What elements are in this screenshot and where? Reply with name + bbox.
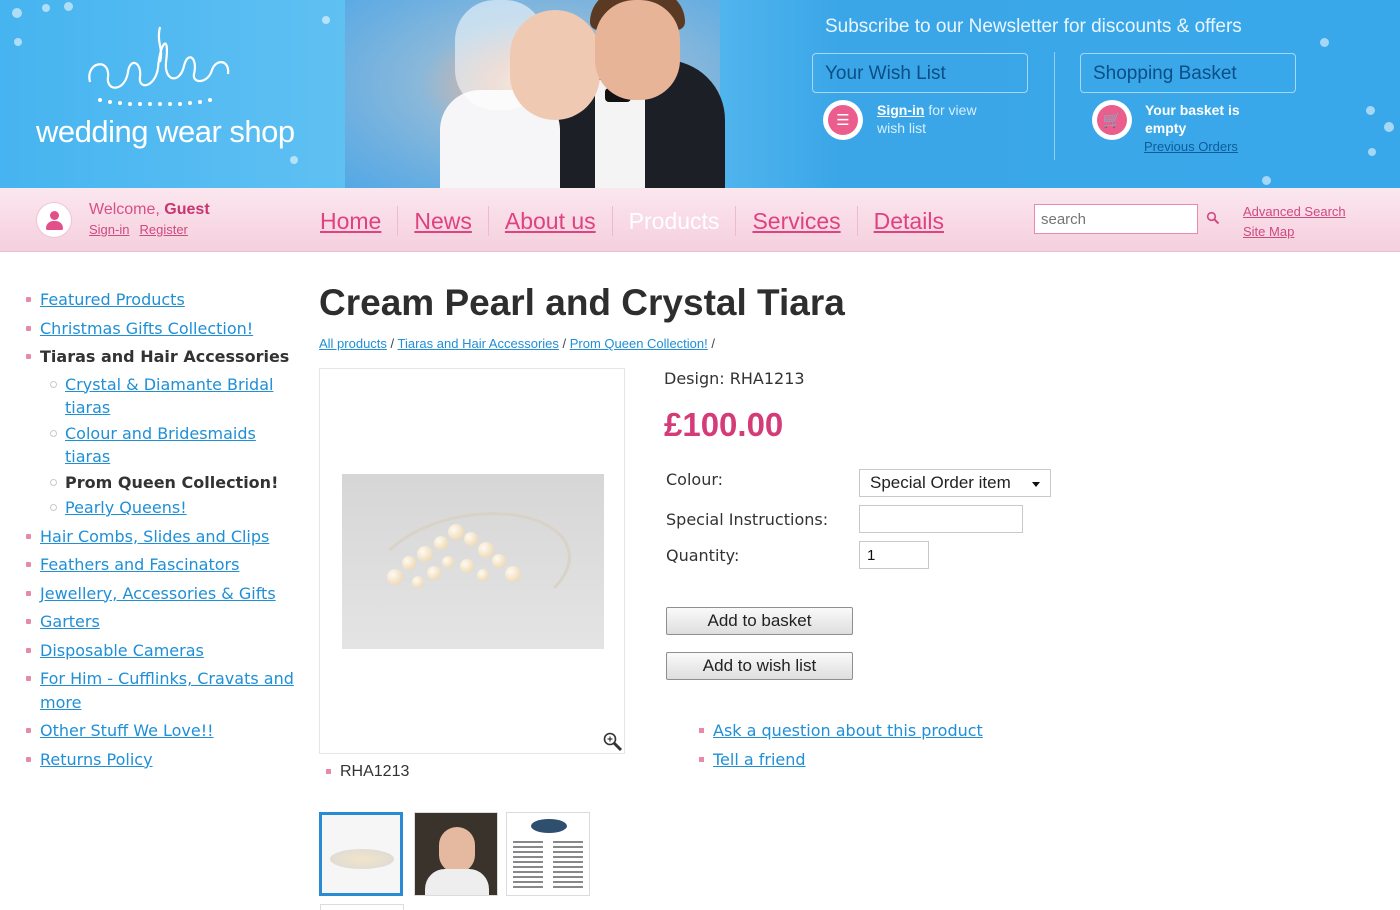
register-link[interactable]: Register — [139, 222, 187, 237]
sidebar-subitem: Pearly Queens! — [40, 496, 294, 520]
breadcrumb-link[interactable]: Tiaras and Hair Accessories — [398, 336, 559, 351]
sidebar-item-christmas: Christmas Gifts Collection! — [24, 317, 294, 341]
search-icon[interactable] — [1206, 211, 1220, 225]
product-actions: Ask a question about this product Tell a… — [698, 716, 983, 774]
tell-friend-link[interactable]: Tell a friend — [713, 750, 806, 769]
basket-status: Your basket is empty — [1145, 102, 1240, 136]
welcome-message: Welcome, Guest — [89, 201, 210, 218]
breadcrumb-link[interactable]: All products — [319, 336, 387, 351]
signin-link[interactable]: Sign-in — [89, 222, 129, 237]
nav-about-us[interactable]: About us — [489, 206, 613, 236]
logo-emblem[interactable] — [80, 22, 240, 112]
wishlist-signin-link[interactable]: Sign-in — [877, 102, 924, 118]
sidebar-link[interactable]: Other Stuff We Love!! — [40, 721, 214, 740]
add-to-basket-button[interactable]: Add to basket — [666, 607, 853, 635]
header-divider — [1054, 52, 1055, 160]
cart-icon[interactable]: 🛒 — [1092, 100, 1132, 140]
logo-text[interactable]: wedding wear shop — [36, 114, 295, 150]
list-item: Ask a question about this product — [698, 716, 983, 745]
sidebar-item-featured: Featured Products — [24, 288, 294, 312]
sidebar-link[interactable]: Disposable Cameras — [40, 641, 204, 660]
user-icon — [36, 202, 72, 238]
sidebar-item-returns: Returns Policy — [24, 748, 294, 772]
sidebar-sublink[interactable]: Pearly Queens! — [65, 498, 187, 517]
newsletter-link[interactable]: Subscribe to our Newsletter for discount… — [825, 16, 1242, 38]
instructions-label: Special Instructions: — [666, 510, 829, 529]
sidebar-subitem: Prom Queen Collection! — [40, 471, 294, 495]
breadcrumb: All products / Tiaras and Hair Accessori… — [319, 336, 715, 351]
site-map-link[interactable]: Site Map — [1243, 222, 1346, 242]
sidebar-link[interactable]: Jewellery, Accessories & Gifts — [40, 584, 276, 603]
search-input[interactable] — [1034, 204, 1198, 234]
sidebar-link[interactable]: Garters — [40, 612, 100, 631]
sidebar-link[interactable]: Featured Products — [40, 290, 185, 309]
main-nav: Home News About us Products Services Det… — [304, 206, 960, 236]
product-price: £100.00 — [664, 406, 784, 443]
thumbnail-more[interactable] — [320, 904, 404, 910]
sidebar-sublink[interactable]: Colour and Bridesmaids tiaras — [65, 424, 256, 467]
colour-select[interactable]: Special Order item — [859, 469, 1051, 497]
category-sidebar: Featured Products Christmas Gifts Collec… — [24, 288, 294, 776]
breadcrumb-link[interactable]: Prom Queen Collection! — [570, 336, 708, 351]
sidebar-item-feathers: Feathers and Fascinators — [24, 553, 294, 577]
sidebar-current-category[interactable]: Tiaras and Hair Accessories — [40, 347, 289, 366]
sidebar-item-cameras: Disposable Cameras — [24, 639, 294, 663]
navigation-bar: Welcome, Guest Sign-in Register Home News… — [0, 188, 1400, 252]
wishlist-signin-text: Sign-in for view wish list — [877, 102, 977, 136]
colour-label: Colour: — [666, 470, 724, 489]
sidebar-item-tiaras: Tiaras and Hair Accessories Crystal & Di… — [24, 345, 294, 520]
sidebar-subitem: Crystal & Diamante Bridal tiaras — [40, 373, 294, 420]
account-links: Sign-in Register — [89, 222, 198, 237]
instructions-input[interactable] — [859, 505, 1023, 533]
sidebar-subitem: Colour and Bridesmaids tiaras — [40, 422, 294, 469]
add-to-wishlist-button[interactable]: Add to wish list — [666, 652, 853, 680]
sidebar-item-jewellery: Jewellery, Accessories & Gifts — [24, 582, 294, 606]
quantity-label: Quantity: — [666, 546, 740, 565]
wishlist-icon[interactable]: ☰ — [823, 100, 863, 140]
design-code: Design: RHA1213 — [664, 369, 805, 388]
product-image[interactable] — [342, 474, 604, 649]
nav-home[interactable]: Home — [304, 206, 399, 236]
nav-news[interactable]: News — [398, 206, 489, 236]
sidebar-current-subcategory[interactable]: Prom Queen Collection! — [65, 473, 278, 492]
chevron-down-icon — [1032, 482, 1040, 487]
sidebar-item-hair-combs: Hair Combs, Slides and Clips — [24, 525, 294, 549]
sidebar-sublink[interactable]: Crystal & Diamante Bridal tiaras — [65, 375, 273, 418]
previous-orders-link[interactable]: Previous Orders — [1144, 139, 1238, 154]
image-caption: RHA1213 — [326, 763, 409, 781]
basket-box[interactable]: Shopping Basket — [1080, 53, 1296, 93]
nav-details[interactable]: Details — [858, 206, 960, 236]
sidebar-item-other-stuff: Other Stuff We Love!! — [24, 719, 294, 743]
sidebar-link[interactable]: Hair Combs, Slides and Clips — [40, 527, 269, 546]
advanced-search-link[interactable]: Advanced Search — [1243, 202, 1346, 222]
sidebar-item-for-him: For Him - Cufflinks, Cravats and more — [24, 667, 294, 714]
thumbnail-tiara[interactable] — [319, 812, 403, 896]
sidebar-link[interactable]: For Him - Cufflinks, Cravats and more — [40, 669, 294, 712]
nav-services[interactable]: Services — [736, 206, 858, 236]
sidebar-link[interactable]: Feathers and Fascinators — [40, 555, 239, 574]
quantity-input[interactable]: 1 — [859, 541, 929, 569]
product-title: Cream Pearl and Crystal Tiara — [319, 282, 845, 323]
ask-question-link[interactable]: Ask a question about this product — [713, 721, 983, 740]
header-banner: wedding wear shop Subscribe to our Newsl… — [0, 0, 1400, 188]
nav-products[interactable]: Products — [613, 206, 737, 236]
product-image-frame[interactable] — [319, 368, 625, 754]
thumbnail-colour-chart[interactable] — [506, 812, 590, 896]
couple-photo — [345, 0, 725, 188]
sidebar-link[interactable]: Christmas Gifts Collection! — [40, 319, 253, 338]
zoom-icon[interactable] — [602, 731, 624, 753]
search-links: Advanced Search Site Map — [1243, 202, 1346, 242]
sidebar-item-garters: Garters — [24, 610, 294, 634]
wishlist-box[interactable]: Your Wish List — [812, 53, 1028, 93]
thumbnail-model[interactable] — [414, 812, 498, 896]
sidebar-link[interactable]: Returns Policy — [40, 750, 153, 769]
list-item: Tell a friend — [698, 745, 983, 774]
